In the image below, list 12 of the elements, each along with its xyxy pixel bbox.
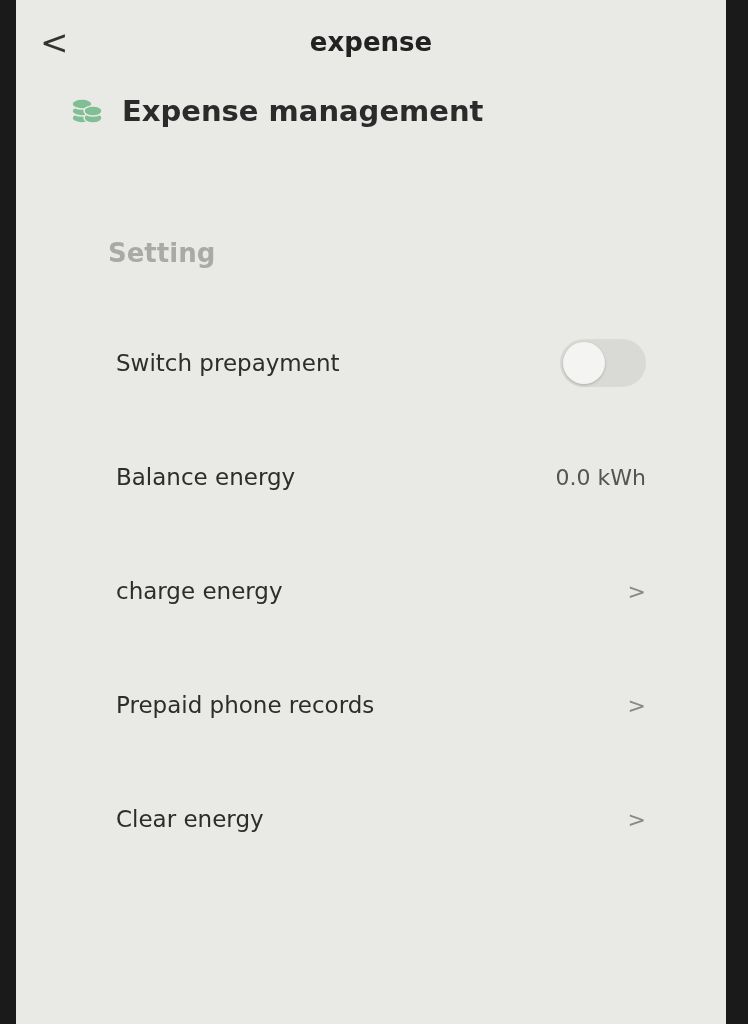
back-button[interactable]: < — [40, 25, 69, 59]
page-title: expense — [309, 27, 433, 57]
group-heading: Setting — [108, 238, 216, 268]
row-label: charge energy — [116, 578, 283, 604]
row-label: Switch prepayment — [116, 350, 340, 376]
toggle-switch[interactable] — [560, 339, 646, 387]
coins-icon — [70, 96, 104, 126]
section-title: Expense management — [122, 94, 484, 128]
row-label: Balance energy — [116, 464, 296, 490]
row-label: Prepaid phone records — [116, 692, 375, 718]
row-label: Clear energy — [116, 806, 264, 832]
balance-value: 0.0 kWh — [555, 464, 646, 490]
